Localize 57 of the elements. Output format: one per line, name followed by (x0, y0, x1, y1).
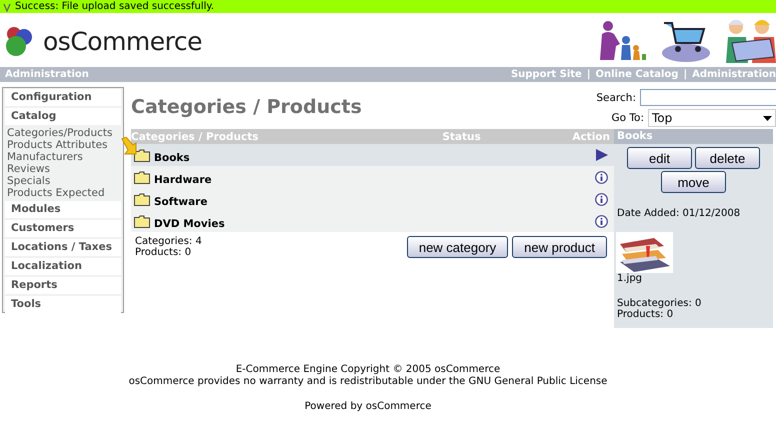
action-button[interactable]: new product (512, 236, 607, 258)
goto-label: Go To: (612, 112, 644, 124)
copyright-text: E-Commerce Engine Copyright © 2005 osCommerce (234, 364, 502, 376)
copyright-text: osCommerce provides no warranty and is redistributable under the GNU General Public License (128, 376, 608, 388)
date-added: Date Added: 01/12/2008 (617, 208, 742, 219)
action-button[interactable]: new category (406, 236, 508, 258)
table-row[interactable]: Hardware (131, 166, 614, 188)
play-icon (596, 149, 608, 161)
goto-dropdown[interactable]: Top (648, 109, 776, 127)
dropdown-icon (763, 116, 772, 120)
info-icon (595, 170, 608, 184)
sidebar-link[interactable]: Categories/Products (7, 127, 123, 139)
table-row[interactable]: Software (131, 188, 614, 210)
sidebar-heading[interactable]: Localization (5, 258, 121, 275)
sidebar-heading[interactable]: Reports (5, 277, 121, 294)
sidebar-heading[interactable]: Catalog (5, 108, 121, 125)
summary-text: Products: 0 (135, 247, 192, 258)
action-button[interactable]: move (661, 171, 726, 193)
info-text: Products: 0 (617, 309, 674, 320)
image-caption: 1.jpg (617, 273, 644, 284)
separator: | (683, 69, 688, 80)
folder-icon (134, 192, 150, 206)
powered-by-text: Powered by osCommerce (304, 401, 432, 413)
sidebar-heading[interactable]: Tools (5, 296, 121, 313)
search-field[interactable] (640, 89, 776, 106)
nav-title: Administration (5, 69, 89, 80)
sidebar-link[interactable]: Manufacturers (7, 151, 123, 163)
info-text: Subcategories: 0 (617, 298, 702, 309)
category-name: DVD Movies (154, 218, 225, 230)
summary-text: Categories: 4 (135, 236, 202, 247)
sidebar-link[interactable]: Products Expected (7, 187, 123, 199)
sidebar-link[interactable]: Reviews (7, 163, 123, 175)
category-name: Books (154, 152, 190, 164)
folder-icon (134, 148, 150, 162)
page-title: Categories / Products (131, 96, 362, 120)
category-name: Hardware (154, 174, 212, 186)
separator: | (586, 69, 590, 80)
folder-icon (134, 170, 150, 184)
panel-title: Books (614, 129, 773, 144)
sidebar-link[interactable]: Products Attributes (7, 139, 123, 151)
table-row[interactable]: DVD Movies (131, 210, 614, 232)
sidebar-heading[interactable]: Configuration (5, 89, 121, 106)
info-icon (595, 214, 608, 228)
sidebar-heading[interactable]: Locations / Taxes (5, 239, 121, 256)
check-icon (3, 2, 11, 12)
sidebar-heading[interactable]: Customers (5, 220, 121, 237)
action-button[interactable]: edit (627, 147, 692, 169)
sidebar-heading[interactable]: Modules (5, 201, 121, 218)
message-text: Success: File upload saved successfully. (15, 1, 214, 12)
sidebar-link[interactable]: Specials (7, 175, 123, 187)
info-icon (595, 192, 608, 206)
category-name: Software (154, 196, 208, 208)
logo-text: osCommerce (43, 26, 202, 56)
search-label: Search: (596, 92, 636, 104)
action-button[interactable]: delete (695, 147, 760, 169)
table-row[interactable]: Books (131, 144, 614, 166)
folder-icon (134, 214, 150, 228)
